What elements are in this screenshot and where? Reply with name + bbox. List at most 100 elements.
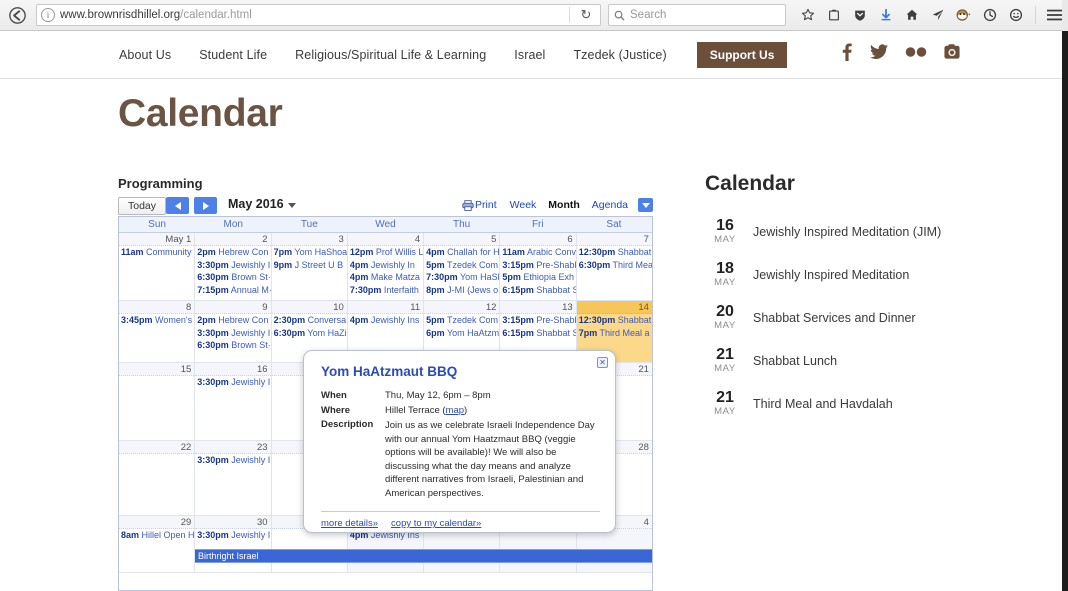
- next-month-arrow-icon[interactable]: [194, 197, 217, 214]
- nav-item-religious-life[interactable]: Religious/Spiritual Life & Learning: [281, 48, 500, 62]
- calendar-day-cell[interactable]: 22: [119, 441, 196, 515]
- calendar-day-cell[interactable]: 4 12pm Prof Willis L 4pm Jewishly In 4pm Ma…: [347, 233, 425, 300]
- calendar-event[interactable]: 11am Community: [119, 246, 194, 259]
- reader-mode-icon[interactable]: [822, 3, 846, 27]
- calendar-day-cell[interactable]: 15: [119, 363, 196, 440]
- calendar-event[interactable]: 5pm Tzedek Com: [424, 259, 499, 272]
- today-button[interactable]: Today: [118, 197, 167, 215]
- view-week-button[interactable]: Week: [504, 197, 543, 213]
- calendar-event[interactable]: 6:30pm Brown St·: [195, 339, 270, 352]
- flickr-icon[interactable]: [905, 46, 927, 58]
- view-chevron-down-icon[interactable]: [638, 198, 653, 212]
- sidebar-event-item[interactable]: 21 MAY Third Meal and Havdalah: [705, 390, 1005, 418]
- calendar-day-cell[interactable]: 30 3:30pm Jewishly I: [195, 516, 272, 572]
- more-details-link[interactable]: more details»: [321, 518, 378, 529]
- day-header-thu: Thu: [453, 219, 471, 230]
- copy-to-calendar-link[interactable]: copy to my calendar»: [391, 518, 481, 529]
- support-us-button[interactable]: Support Us: [696, 41, 788, 68]
- home-icon[interactable]: [900, 3, 924, 27]
- reload-icon[interactable]: ↻: [576, 5, 596, 25]
- send-tab-icon[interactable]: [926, 3, 950, 27]
- calendar-day-cell[interactable]: 8 3:45pm Women's: [119, 301, 196, 362]
- calendar-day-cell[interactable]: 9 2pm Hebrew Con 3:30pm Jewishly I 6:30pm B…: [195, 301, 272, 362]
- calendar-event[interactable]: 11am Arabic Conv: [500, 246, 575, 259]
- sidebar-event-item[interactable]: 21 MAY Shabbat Lunch: [705, 347, 1005, 375]
- calendar-event[interactable]: 3:15pm Pre-Shabb: [500, 259, 575, 272]
- calendar-event[interactable]: 6:30pm Brown St·: [195, 271, 270, 284]
- calendar-event[interactable]: 7:30pm Yom HaSh: [424, 271, 499, 284]
- calendar-event[interactable]: 12:30pm Shabbat: [577, 314, 652, 327]
- calendar-event[interactable]: 2pm Hebrew Con: [195, 246, 270, 259]
- calendar-day-cell[interactable]: 29 8am Hillel Open H: [119, 516, 196, 572]
- calendar-event[interactable]: 3:15pm Pre-Shabb: [500, 314, 575, 327]
- account-avatar-icon[interactable]: [952, 3, 976, 27]
- history-icon[interactable]: [978, 3, 1002, 27]
- calendar-event[interactable]: 4pm Make Matza: [348, 271, 423, 284]
- calendar-day-cell[interactable]: 16 3:30pm Jewishly I: [195, 363, 272, 440]
- calendar-event[interactable]: 6:15pm Shabbat S: [500, 327, 575, 340]
- prev-month-arrow-icon[interactable]: [166, 197, 189, 214]
- month-chevron-down-icon[interactable]: [288, 203, 296, 208]
- calendar-day-cell[interactable]: 23 3:30pm Jewishly I: [195, 441, 272, 515]
- info-icon[interactable]: i: [41, 8, 55, 22]
- calendar-event[interactable]: 9pm J Street U B: [272, 259, 347, 272]
- sidebar-event-item[interactable]: 16 MAY Jewishly Inspired Meditation (JIM): [705, 218, 1005, 246]
- sidebar-event-item[interactable]: 18 MAY Jewishly Inspired Meditation: [705, 261, 1005, 289]
- calendar-event[interactable]: 3:30pm Jewishly I: [195, 327, 270, 340]
- calendar-day-cell[interactable]: May 1 11am Community: [119, 233, 196, 300]
- calendar-event[interactable]: 6:15pm Shabbat S: [500, 284, 575, 297]
- calendar-event[interactable]: 6:30pm Yom HaZi: [272, 327, 347, 340]
- calendar-event[interactable]: 6:30pm Third Mea: [577, 259, 652, 272]
- feedback-smiley-icon[interactable]: [1004, 3, 1028, 27]
- sidebar-event-date: 21 MAY: [705, 347, 745, 375]
- calendar-event[interactable]: 7:15pm Annual M·: [195, 284, 270, 297]
- twitter-icon[interactable]: [870, 44, 888, 60]
- nav-item-tzedek[interactable]: Tzedek (Justice): [559, 48, 680, 62]
- map-link[interactable]: map: [446, 405, 464, 416]
- calendar-event[interactable]: 2pm Hebrew Con: [195, 314, 270, 327]
- search-input[interactable]: Search: [608, 4, 786, 26]
- calendar-event[interactable]: 4pm Challah for H: [424, 246, 499, 259]
- calendar-event[interactable]: 4pm Jewishly Ins: [348, 314, 423, 327]
- calendar-event[interactable]: 7pm Third Meal a: [577, 327, 652, 340]
- calendar-event[interactable]: 3:45pm Women's: [119, 314, 194, 327]
- calendar-event[interactable]: 3:30pm Jewishly I: [195, 259, 270, 272]
- calendar-event[interactable]: 2:30pm Conversa: [272, 314, 347, 327]
- calendar-event[interactable]: 3:30pm Jewishly I: [195, 529, 270, 542]
- bookmark-star-icon[interactable]: [796, 3, 820, 27]
- calendar-day-cell[interactable]: 7 12:30pm Shabbat 6:30pm Third Mea: [576, 233, 652, 300]
- calendar-event[interactable]: 3:30pm Jewishly I: [195, 376, 270, 389]
- view-agenda-button[interactable]: Agenda: [586, 197, 634, 213]
- calendar-event[interactable]: 3:30pm Jewishly I: [195, 454, 270, 467]
- nav-item-student-life[interactable]: Student Life: [185, 48, 281, 62]
- back-arrow-icon[interactable]: [4, 2, 30, 28]
- calendar-day-cell[interactable]: 2 2pm Hebrew Con 3:30pm Jewishly I 6:30pm B…: [195, 233, 272, 300]
- nav-item-israel[interactable]: Israel: [500, 48, 559, 62]
- calendar-event[interactable]: 4pm Jewishly In: [348, 259, 423, 272]
- calendar-day-cell[interactable]: 3 7pm Yom HaShoa 9pm J Street U B: [271, 233, 348, 300]
- close-icon[interactable]: ✕: [597, 357, 608, 368]
- calendar-day-cell[interactable]: 6 11am Arabic Conv 3:15pm Pre-Shabb 5pm Eth…: [500, 233, 577, 300]
- nav-item-about-us[interactable]: About Us: [105, 48, 185, 62]
- pocket-shield-icon[interactable]: [848, 3, 872, 27]
- calendar-event[interactable]: 12pm Prof Willis L: [348, 246, 423, 259]
- calendar-event[interactable]: 6pm Yom HaAtzm: [424, 327, 499, 340]
- calendar-event[interactable]: 8pm J-MI (Jews o: [424, 284, 499, 297]
- url-bar[interactable]: i www.brownrisdhillel.org/calendar.html …: [36, 4, 601, 26]
- calendar-event[interactable]: 8am Hillel Open H: [119, 529, 194, 542]
- multi-day-event-band[interactable]: Birthright Israel: [195, 549, 652, 563]
- sidebar-event-name: Jewishly Inspired Meditation: [753, 268, 910, 282]
- calendar-day-cell[interactable]: 5 4pm Challah for H 5pm Tzedek Com 7:30pm Y…: [424, 233, 501, 300]
- instagram-icon[interactable]: [944, 44, 960, 60]
- print-button[interactable]: Print: [462, 199, 497, 211]
- calendar-event[interactable]: 12:30pm Shabbat: [577, 246, 652, 259]
- calendar-event[interactable]: 7pm Yom HaShoa: [272, 246, 347, 259]
- calendar-event[interactable]: 5pm Tzedek Com: [424, 314, 499, 327]
- facebook-icon[interactable]: [841, 43, 853, 61]
- window-right-edge-top: [1062, 0, 1068, 31]
- calendar-event[interactable]: 5pm Ethiopia Exh: [500, 271, 575, 284]
- download-arrow-icon[interactable]: [874, 3, 898, 27]
- sidebar-event-item[interactable]: 20 MAY Shabbat Services and Dinner: [705, 304, 1005, 332]
- calendar-event[interactable]: 7:30pm Interfaith: [348, 284, 423, 297]
- view-month-button[interactable]: Month: [542, 197, 586, 213]
